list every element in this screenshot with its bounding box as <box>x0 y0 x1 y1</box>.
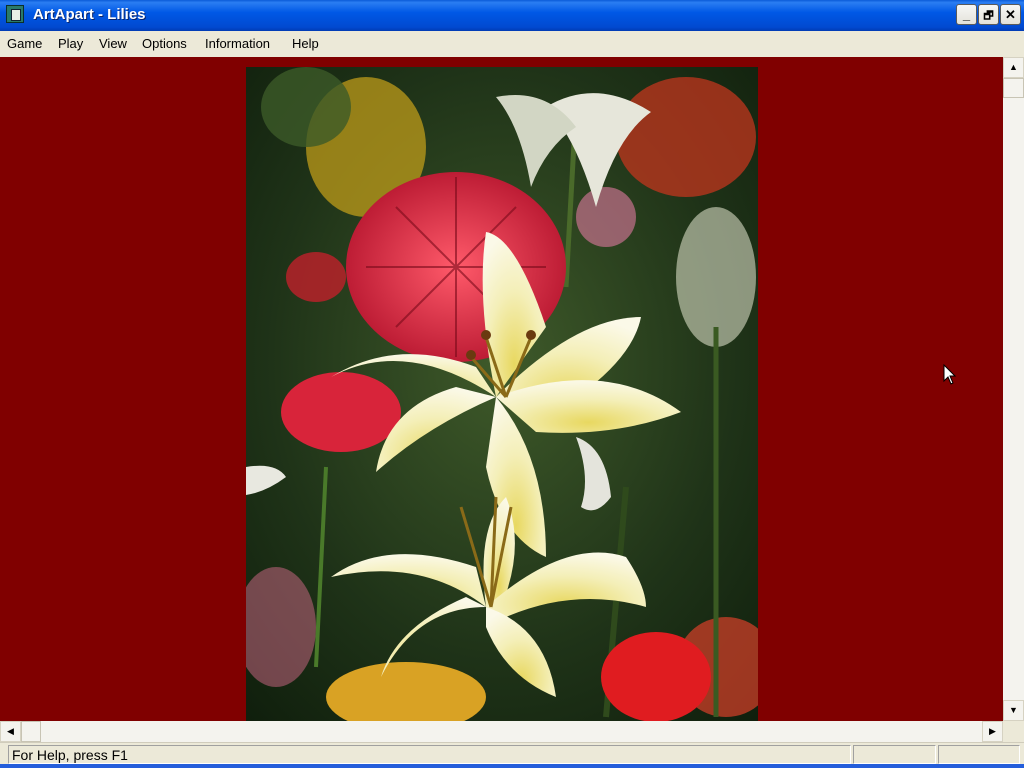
vertical-scroll-thumb[interactable] <box>1003 78 1024 98</box>
status-pane-2 <box>853 745 936 764</box>
scroll-down-button[interactable]: ▼ <box>1003 700 1024 721</box>
vertical-scrollbar[interactable]: ▲ ▼ <box>1003 57 1024 721</box>
app-icon[interactable] <box>6 5 24 23</box>
taskbar-edge <box>0 764 1024 768</box>
lilies-image <box>246 67 758 721</box>
menu-bar: Game Play View Options Information Help <box>0 31 1024 57</box>
scroll-up-button[interactable]: ▲ <box>1003 57 1024 78</box>
down-arrow-icon: ▼ <box>1009 705 1018 715</box>
window-title: ArtApart - Lilies <box>33 6 146 23</box>
menu-help[interactable]: Help <box>292 36 319 51</box>
up-arrow-icon: ▲ <box>1009 62 1018 72</box>
menu-information[interactable]: Information <box>205 36 270 51</box>
mouse-cursor-icon <box>943 364 957 385</box>
menu-options[interactable]: Options <box>142 36 187 51</box>
menu-play[interactable]: Play <box>58 36 83 51</box>
horizontal-scroll-thumb[interactable] <box>21 721 41 742</box>
lilies-picture[interactable] <box>246 67 758 721</box>
menu-game[interactable]: Game <box>7 36 42 51</box>
scroll-left-button[interactable]: ◀ <box>0 721 21 742</box>
menu-view[interactable]: View <box>99 36 127 51</box>
game-canvas[interactable] <box>0 57 1003 721</box>
right-arrow-icon: ▶ <box>989 726 996 736</box>
status-pane-3 <box>938 745 1020 764</box>
status-help-pane: For Help, press F1 <box>8 745 851 764</box>
left-arrow-icon: ◀ <box>7 726 14 736</box>
status-help-text: For Help, press F1 <box>12 747 128 763</box>
minimize-button[interactable]: _ <box>956 4 977 25</box>
close-button[interactable]: ✕ <box>1000 4 1021 25</box>
horizontal-scrollbar[interactable]: ◀ ▶ <box>0 721 1003 742</box>
restore-icon: 🗗 <box>983 10 994 22</box>
restore-button[interactable]: 🗗 <box>978 4 999 25</box>
title-bar[interactable]: ArtApart - Lilies _ 🗗 ✕ <box>0 0 1024 31</box>
scrollbar-corner <box>1003 721 1024 742</box>
scroll-right-button[interactable]: ▶ <box>982 721 1003 742</box>
close-icon: ✕ <box>1005 7 1016 22</box>
minimize-icon: _ <box>962 7 971 22</box>
